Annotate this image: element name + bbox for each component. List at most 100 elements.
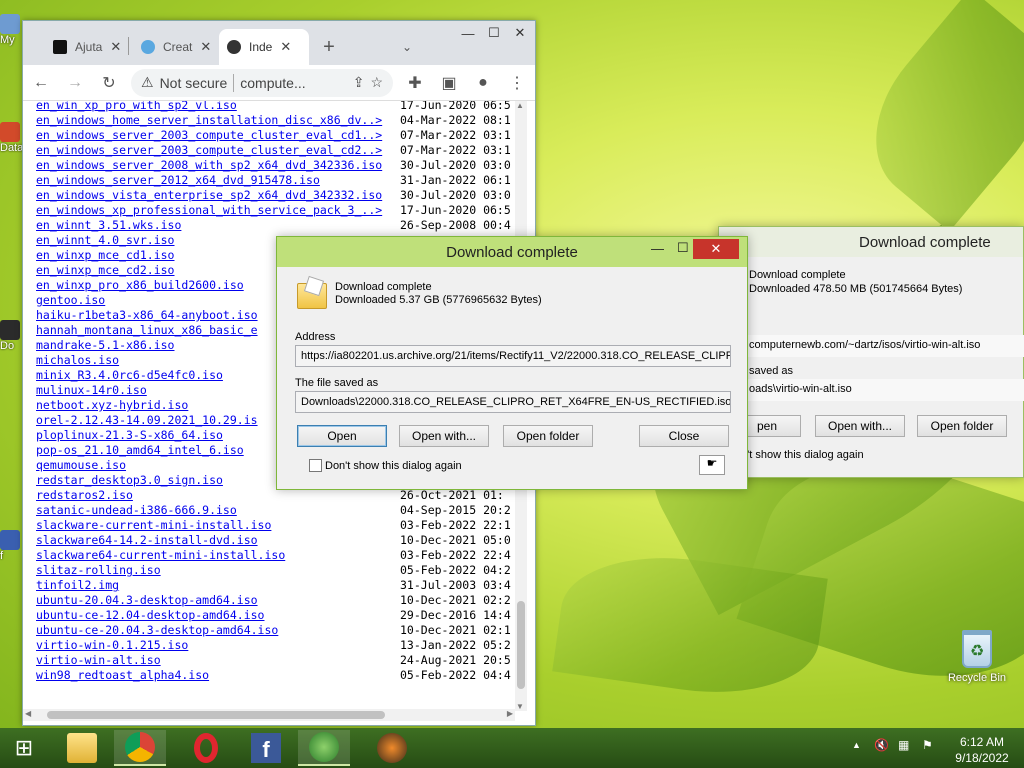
taskbar-facebook[interactable]: f xyxy=(240,730,292,766)
show-hidden-icons-icon[interactable]: ▲ xyxy=(852,740,861,750)
profile-icon[interactable]: ● xyxy=(471,71,495,95)
dialog-title: Download complete xyxy=(446,243,578,261)
file-row: en_windows_xp_professional_with_service_… xyxy=(36,203,511,218)
close-tab-icon[interactable]: ✕ xyxy=(110,39,121,55)
new-tab-icon[interactable]: + xyxy=(317,35,341,59)
minimize-icon[interactable]: — xyxy=(455,21,481,45)
network-icon[interactable]: ▦ xyxy=(898,738,909,752)
forward-icon[interactable]: → xyxy=(63,71,87,95)
file-link[interactable]: en_windows_server_2003_compute_cluster_e… xyxy=(36,143,400,158)
recycle-bin-icon xyxy=(962,630,992,668)
open-folder-button[interactable]: Open folder xyxy=(917,415,1007,437)
file-link[interactable]: virtio-win-alt.iso xyxy=(36,653,400,668)
desktop-icon-recycle-bin[interactable]: Recycle Bin xyxy=(942,630,1012,684)
desktop-icon-data[interactable]: Data xyxy=(0,122,23,154)
extensions-icon[interactable]: ✚ xyxy=(403,71,427,95)
scroll-left-icon[interactable]: ◀ xyxy=(25,709,31,718)
taskbar-chrome[interactable] xyxy=(114,730,166,766)
saved-path-field[interactable]: oads\virtio-win-alt.iso xyxy=(719,379,1024,401)
file-link[interactable]: en_win_xp_pro_with_sp2_vl.iso xyxy=(36,101,400,113)
windows-logo-icon: ⊞ xyxy=(14,735,34,760)
archive-icon xyxy=(227,40,241,54)
file-link[interactable]: slitaz-rolling.iso xyxy=(36,563,400,578)
download-complete-dialog[interactable]: Download complete — ☐ ✕ Download complet… xyxy=(276,236,748,490)
file-link[interactable]: ubuntu-20.04.3-desktop-amd64.iso xyxy=(36,593,400,608)
file-link[interactable]: en_windows_vista_enterprise_sp2_x64_dvd_… xyxy=(36,188,400,203)
menu-icon[interactable]: ⋮ xyxy=(505,71,529,95)
scroll-up-icon[interactable]: ▲ xyxy=(516,101,524,110)
taskbar-opera[interactable] xyxy=(180,730,232,766)
address-field[interactable]: https://ia802201.us.archive.org/21/items… xyxy=(295,345,731,367)
download-complete-dialog-background[interactable]: Download complete Download complete Down… xyxy=(718,226,1024,478)
scrollbar-thumb[interactable] xyxy=(517,601,525,689)
file-link[interactable]: slackware-current-mini-install.iso xyxy=(36,518,400,533)
chevron-down-icon[interactable]: ⌄ xyxy=(395,35,419,59)
dialog-titlebar[interactable]: Download complete xyxy=(719,227,1023,257)
clock[interactable]: 6:12 AM 9/18/2022 xyxy=(952,734,1012,766)
desktop-icon-my-computer[interactable]: My xyxy=(0,14,22,46)
close-tab-icon[interactable]: ✕ xyxy=(280,39,291,55)
file-link[interactable]: ubuntu-ce-20.04.3-desktop-amd64.iso xyxy=(36,623,400,638)
taskbar-app[interactable] xyxy=(366,730,418,766)
close-window-icon[interactable]: ✕ xyxy=(507,21,533,45)
action-center-icon[interactable]: ⚑ xyxy=(922,738,933,752)
back-icon[interactable]: ← xyxy=(29,71,53,95)
open-with-button[interactable]: Open with... xyxy=(399,425,489,447)
taskbar-file-explorer[interactable] xyxy=(56,730,108,766)
open-with-button[interactable]: Open with... xyxy=(815,415,905,437)
file-link[interactable]: slackware64-14.2-install-dvd.iso xyxy=(36,533,400,548)
desktop-icon-label: Do xyxy=(0,340,15,352)
scroll-down-icon[interactable]: ▼ xyxy=(516,702,524,711)
file-link[interactable]: en_windows_server_2003_compute_cluster_e… xyxy=(36,128,400,143)
address-label: Address xyxy=(295,331,336,343)
file-row: en_windows_home_server_installation_disc… xyxy=(36,113,511,128)
file-link[interactable]: tinfoil2.img xyxy=(36,578,400,593)
file-link[interactable]: satanic-undead-i386-666.9.iso xyxy=(36,503,400,518)
address-bar[interactable]: ⚠ Not secure compute... ⇪ ☆ xyxy=(131,68,393,97)
file-link[interactable]: en_windows_server_2008_with_sp2_x64_dvd_… xyxy=(36,158,400,173)
close-dialog-icon[interactable]: ✕ xyxy=(693,239,739,259)
side-panel-icon[interactable]: ▣ xyxy=(437,71,461,95)
dont-show-checkbox[interactable] xyxy=(309,459,322,472)
maximize-icon[interactable]: ☐ xyxy=(677,240,689,256)
star-icon[interactable]: ☆ xyxy=(370,74,383,91)
file-link[interactable]: en_winnt_3.51.wks.iso xyxy=(36,218,400,233)
scroll-right-icon[interactable]: ▶ xyxy=(507,709,513,718)
scrollbar-thumb[interactable] xyxy=(47,711,385,719)
tab-index[interactable]: Inde ✕ xyxy=(219,29,309,65)
file-link[interactable]: en_windows_server_2012_x64_dvd_915478.is… xyxy=(36,173,400,188)
desktop-icon-documents[interactable]: Do xyxy=(0,320,22,352)
tab-ajuta[interactable]: Ajuta ✕ xyxy=(45,29,129,65)
close-tab-icon[interactable]: ✕ xyxy=(200,39,211,55)
file-date: 04-Sep-2015 20:2 xyxy=(400,503,511,517)
horizontal-scrollbar[interactable]: ◀ ▶ xyxy=(23,709,515,721)
tab-create[interactable]: Creat ✕ xyxy=(133,29,219,65)
file-date: 04-Mar-2022 08:1 xyxy=(400,113,511,127)
hand-pointer-icon[interactable]: ☛ xyxy=(699,455,725,475)
dont-show-label[interactable]: n't show this dialog again xyxy=(741,449,864,461)
file-link[interactable]: win98_redtoast_alpha4.iso xyxy=(36,668,400,683)
dont-show-label[interactable]: Don't show this dialog again xyxy=(325,460,462,472)
saved-path-field[interactable]: Downloads\22000.318.CO_RELEASE_CLIPRO_RE… xyxy=(295,391,731,413)
start-button[interactable]: ⊞ xyxy=(0,730,48,766)
volume-muted-icon[interactable]: 🔇 xyxy=(874,738,889,752)
maximize-icon[interactable]: ☐ xyxy=(481,21,507,45)
dialog-titlebar[interactable]: Download complete — ☐ ✕ xyxy=(277,237,747,267)
file-date: 07-Mar-2022 03:1 xyxy=(400,128,511,142)
taskbar-download-manager[interactable] xyxy=(298,730,350,766)
open-button[interactable]: Open xyxy=(297,425,387,447)
file-row: virtio-win-alt.iso 24-Aug-2021 20:5 xyxy=(36,653,511,668)
file-link[interactable]: en_windows_home_server_installation_disc… xyxy=(36,113,400,128)
file-link[interactable]: slackware64-current-mini-install.iso xyxy=(36,548,400,563)
minimize-icon[interactable]: — xyxy=(651,241,664,256)
file-link[interactable]: redstaros2.iso xyxy=(36,488,400,503)
desktop-icon-file[interactable]: f xyxy=(0,530,22,562)
file-link[interactable]: ubuntu-ce-12.04-desktop-amd64.iso xyxy=(36,608,400,623)
address-field[interactable]: computernewb.com/~dartz/isos/virtio-win-… xyxy=(719,335,1024,357)
file-link[interactable]: virtio-win-0.1.215.iso xyxy=(36,638,400,653)
file-link[interactable]: en_windows_xp_professional_with_service_… xyxy=(36,203,400,218)
open-folder-button[interactable]: Open folder xyxy=(503,425,593,447)
close-button[interactable]: Close xyxy=(639,425,729,447)
reload-icon[interactable]: ↻ xyxy=(97,71,121,95)
share-icon[interactable]: ⇪ xyxy=(353,74,365,91)
